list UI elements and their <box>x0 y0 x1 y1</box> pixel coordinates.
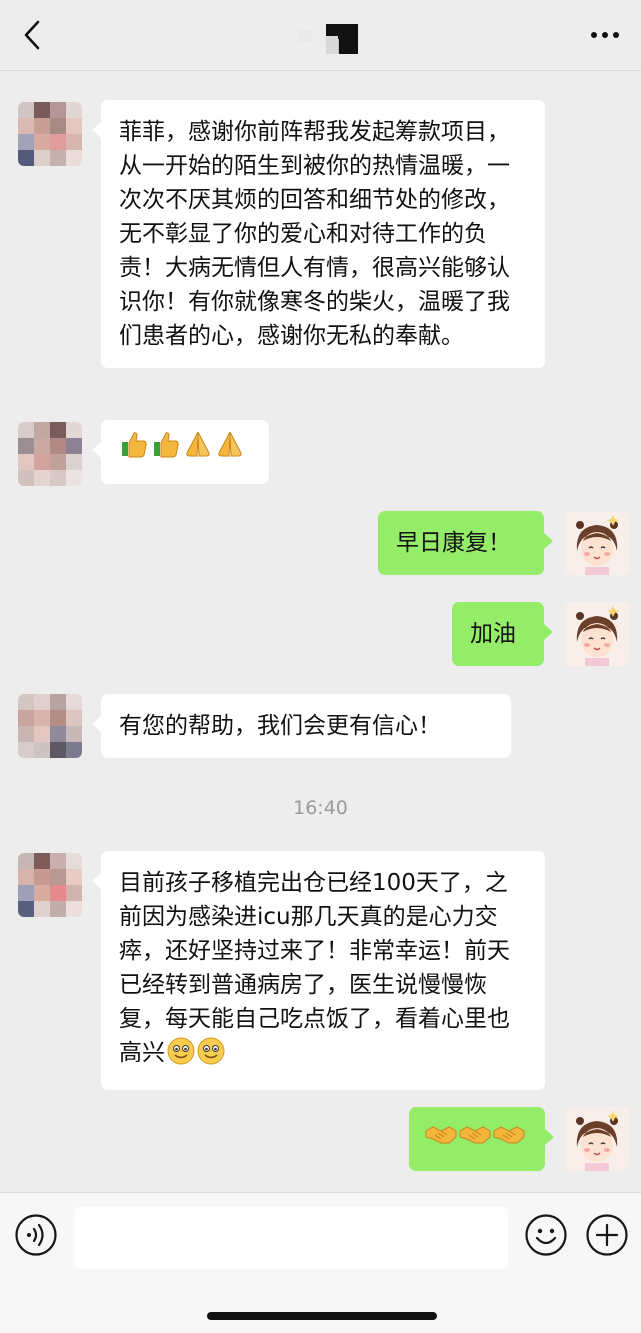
message-text: 早日康复！ <box>396 530 511 556</box>
contact-avatar[interactable] <box>18 422 82 486</box>
message-bubble-outgoing[interactable] <box>409 1107 554 1171</box>
self-avatar[interactable] <box>565 511 629 575</box>
input-bar <box>0 1192 641 1333</box>
self-avatar[interactable] <box>565 602 629 666</box>
self-avatar[interactable] <box>565 1107 629 1171</box>
contact-avatar[interactable] <box>18 102 82 166</box>
message-text: 有您的帮助，我们会更有信心！ <box>119 713 441 739</box>
message-bubble-incoming[interactable]: 菲菲，感谢你前阵帮我发起筹款项目，从一开始的陌生到被你的热情温暖，一次次不厌其烦… <box>92 100 545 368</box>
timestamp: 16:40 <box>293 797 348 819</box>
handshake-icon <box>459 1121 491 1157</box>
voice-input-icon[interactable] <box>14 1213 58 1257</box>
thumbs-up-icon <box>151 429 181 469</box>
pray-icon <box>215 429 245 469</box>
more-dots-icon[interactable] <box>589 22 621 48</box>
chat-header <box>0 0 641 71</box>
message-bubble-incoming[interactable] <box>92 420 269 484</box>
message-text: 加油 <box>470 621 516 647</box>
emoji-picker-icon[interactable] <box>524 1213 568 1257</box>
message-text: 菲菲，感谢你前阵帮我发起筹款项目，从一开始的陌生到被你的热情温暖，一次次不厌其烦… <box>119 119 510 349</box>
message-bubble-incoming[interactable]: 目前孩子移植完出仓已经100天了，之前因为感染进icu那几天真的是心力交瘁，还好… <box>92 851 545 1090</box>
smile-emoji-icon <box>197 1037 225 1075</box>
smile-emoji-icon <box>167 1037 195 1075</box>
chevron-left-icon[interactable] <box>18 18 50 52</box>
message-bubble-outgoing[interactable]: 早日康复！ <box>378 511 553 575</box>
message-bubble-incoming[interactable]: 有您的帮助，我们会更有信心！ <box>92 694 511 758</box>
chat-title-mosaic <box>298 30 312 42</box>
handshake-icon <box>425 1121 457 1157</box>
plus-icon[interactable] <box>585 1213 629 1257</box>
thumbs-up-icon <box>119 429 149 469</box>
message-input[interactable] <box>74 1207 508 1269</box>
home-indicator <box>207 1312 437 1320</box>
contact-avatar[interactable] <box>18 694 82 758</box>
handshake-icon <box>493 1121 525 1157</box>
contact-avatar[interactable] <box>18 853 82 917</box>
pray-icon <box>183 429 213 469</box>
message-bubble-outgoing[interactable]: 加油 <box>452 602 553 666</box>
